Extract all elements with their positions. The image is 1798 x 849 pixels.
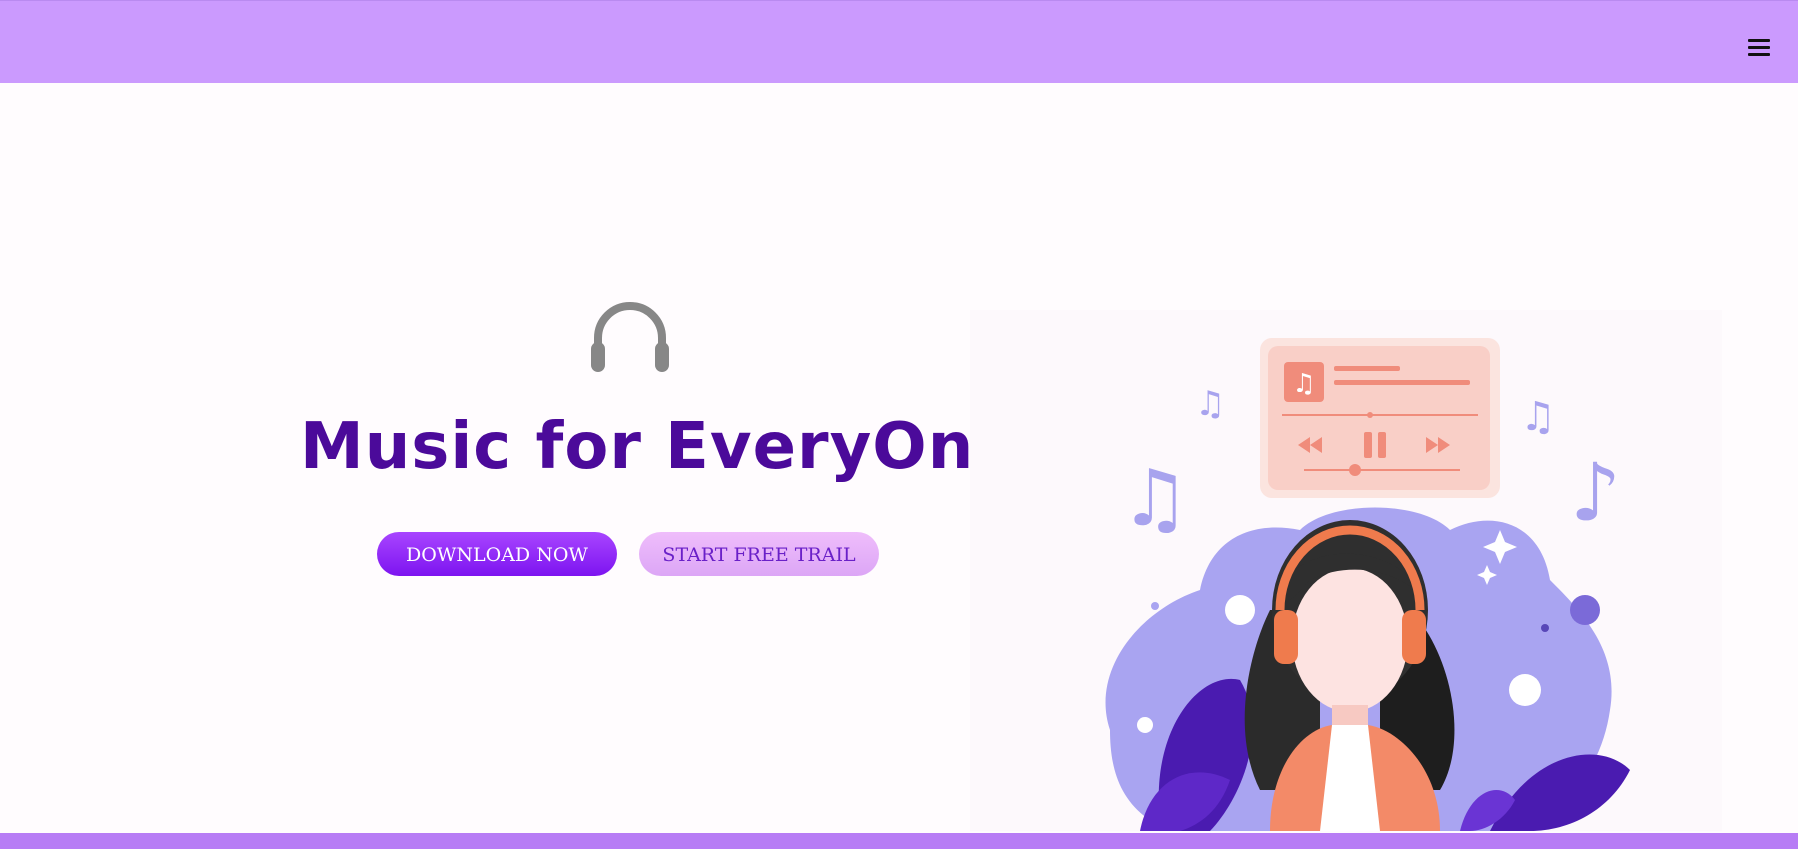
svg-text:♪: ♪	[1570, 446, 1621, 539]
svg-text:♫: ♫	[1195, 384, 1225, 424]
download-now-button[interactable]: DOWNLOAD NOW	[377, 532, 617, 576]
start-free-trial-button[interactable]: START FREE TRAIL	[639, 532, 879, 576]
svg-text:♫: ♫	[1120, 454, 1190, 544]
svg-text:♫: ♫	[1520, 394, 1556, 440]
music-player-card: ♫	[1260, 338, 1500, 498]
page-title: Music for EveryOne	[300, 410, 1019, 484]
hero-illustration: ♫ ♫ ♫ ♫ ♪	[970, 310, 1722, 831]
headphones-icon	[591, 302, 669, 372]
svg-text:♫: ♫	[1292, 369, 1315, 399]
footer-bar	[0, 833, 1798, 849]
hero-section: Music for EveryOne DOWNLOAD NOW START FR…	[300, 290, 1019, 590]
hamburger-menu-icon[interactable]	[1748, 39, 1772, 59]
top-navbar	[0, 0, 1798, 83]
